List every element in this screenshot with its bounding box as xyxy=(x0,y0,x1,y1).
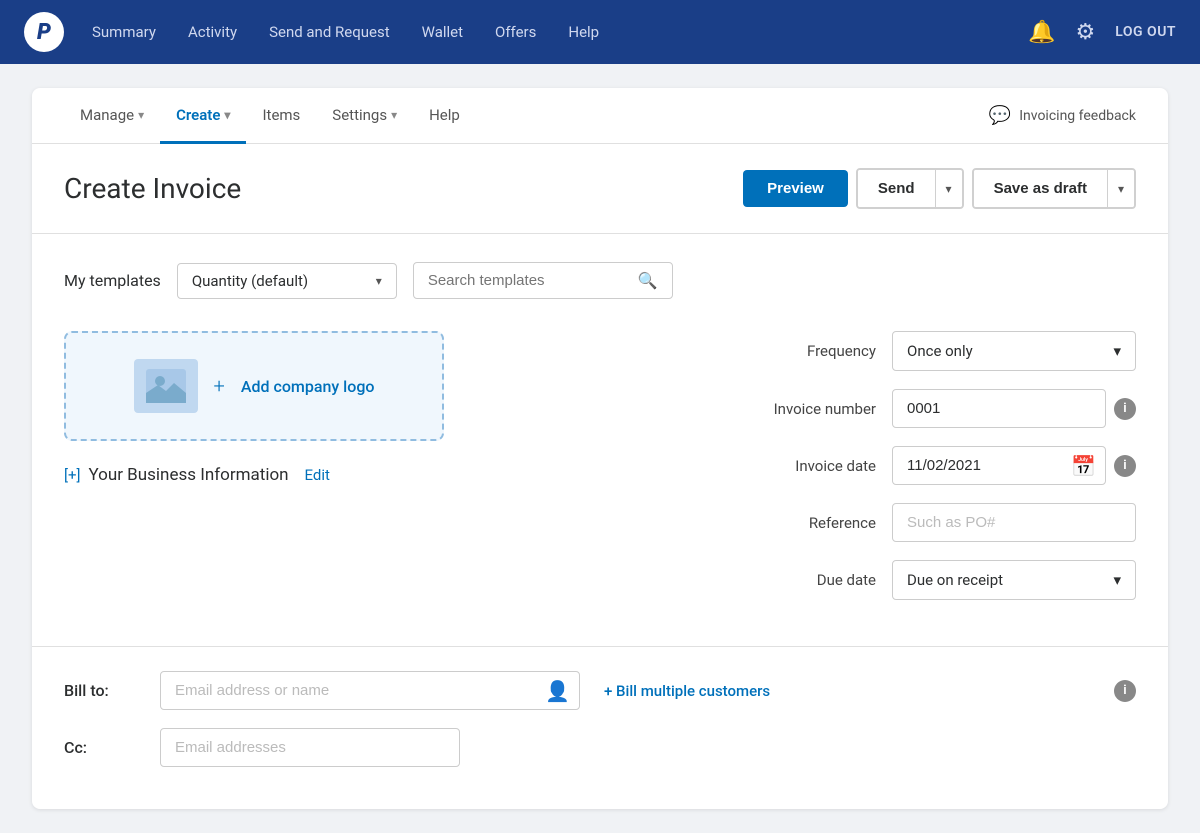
business-info-title: Your Business Information xyxy=(88,465,288,485)
nav-wallet[interactable]: Wallet xyxy=(422,19,463,45)
person-icon: 👤 xyxy=(545,679,570,703)
frequency-value: Once only xyxy=(907,342,973,360)
bill-to-info-icon[interactable]: i xyxy=(1114,680,1136,702)
frequency-control: Once only ▾ xyxy=(892,331,1136,371)
invoice-date-label: Invoice date xyxy=(756,457,876,475)
paypal-p-icon: P xyxy=(37,20,51,45)
tab-manage[interactable]: Manage ▾ xyxy=(64,88,160,144)
nav-activity[interactable]: Activity xyxy=(188,19,237,45)
frequency-chevron-icon: ▾ xyxy=(1113,342,1121,360)
date-input-wrap: 📅 xyxy=(892,446,1106,485)
manage-chevron-icon: ▾ xyxy=(138,108,144,122)
frequency-row: Frequency Once only ▾ xyxy=(756,331,1136,371)
tab-items[interactable]: Items xyxy=(246,88,316,144)
bill-to-row: Bill to: 👤 + Bill multiple customers i xyxy=(64,671,1136,710)
nav-offers[interactable]: Offers xyxy=(495,19,536,45)
page-wrapper: Manage ▾ Create ▾ Items Settings ▾ Help … xyxy=(0,64,1200,833)
logo-upload-area[interactable]: + Add company logo xyxy=(64,331,444,441)
frequency-label: Frequency xyxy=(756,342,876,360)
bill-to-label: Bill to: xyxy=(64,681,144,700)
due-date-label: Due date xyxy=(756,571,876,589)
business-info-section: [+] Your Business Information Edit xyxy=(64,465,716,485)
invoice-number-label: Invoice number xyxy=(756,400,876,418)
add-logo-label: Add company logo xyxy=(241,377,375,396)
create-chevron-icon: ▾ xyxy=(224,108,230,122)
search-icon: 🔍 xyxy=(638,271,658,290)
cc-input[interactable] xyxy=(160,728,460,767)
reference-label: Reference xyxy=(756,514,876,532)
invoice-number-input[interactable] xyxy=(892,389,1106,428)
secondary-nav: Manage ▾ Create ▾ Items Settings ▾ Help … xyxy=(32,88,1168,144)
save-draft-button[interactable]: Save as draft xyxy=(974,170,1107,207)
navbar: P Summary Activity Send and Request Wall… xyxy=(0,0,1200,64)
cc-label: Cc: xyxy=(64,738,144,757)
edit-business-link[interactable]: Edit xyxy=(305,466,330,484)
bill-to-input[interactable] xyxy=(160,671,580,710)
invoicing-feedback-link[interactable]: 💬 Invoicing feedback xyxy=(989,105,1136,126)
invoice-date-control: 📅 i xyxy=(892,446,1136,485)
image-placeholder-icon xyxy=(134,359,198,413)
nav-right: 🔔 ⚙ LOG OUT xyxy=(1028,20,1176,45)
page-header: Create Invoice Preview Send ▾ Save as dr… xyxy=(32,144,1168,234)
paypal-logo: P xyxy=(24,12,64,52)
bill-section: Bill to: 👤 + Bill multiple customers i C… xyxy=(32,646,1168,809)
nav-help[interactable]: Help xyxy=(568,19,599,45)
tab-settings[interactable]: Settings ▾ xyxy=(316,88,413,144)
due-date-value: Due on receipt xyxy=(907,571,1003,589)
tab-help[interactable]: Help xyxy=(413,88,476,144)
left-column: + Add company logo [+] Your Business Inf… xyxy=(64,331,716,618)
draft-button-group: Save as draft ▾ xyxy=(972,168,1136,209)
draft-dropdown-button[interactable]: ▾ xyxy=(1107,170,1134,207)
header-actions: Preview Send ▾ Save as draft ▾ xyxy=(743,168,1136,209)
feedback-bubble-icon: 💬 xyxy=(989,105,1011,126)
content-section: My templates Quantity (default) ▾ 🔍 xyxy=(32,234,1168,646)
invoice-number-control: i xyxy=(892,389,1136,428)
reference-row: Reference xyxy=(756,503,1136,542)
reference-control xyxy=(892,503,1136,542)
invoice-number-row: Invoice number i xyxy=(756,389,1136,428)
nav-summary[interactable]: Summary xyxy=(92,19,156,45)
tab-create[interactable]: Create ▾ xyxy=(160,88,246,144)
send-dropdown-button[interactable]: ▾ xyxy=(935,170,962,207)
template-chevron-icon: ▾ xyxy=(376,274,382,288)
template-select-dropdown[interactable]: Quantity (default) ▾ xyxy=(177,263,397,299)
settings-chevron-icon: ▾ xyxy=(391,108,397,122)
cc-row: Cc: xyxy=(64,728,1136,767)
right-column: Frequency Once only ▾ Invoice number xyxy=(756,331,1136,618)
invoice-date-row: Invoice date 📅 i xyxy=(756,446,1136,485)
templates-label: My templates xyxy=(64,271,161,290)
due-date-control: Due on receipt ▾ xyxy=(892,560,1136,600)
logout-button[interactable]: LOG OUT xyxy=(1115,24,1176,40)
preview-button[interactable]: Preview xyxy=(743,170,848,207)
reference-input[interactable] xyxy=(892,503,1136,542)
bill-multiple-link[interactable]: + Bill multiple customers xyxy=(604,682,770,700)
main-card: Manage ▾ Create ▾ Items Settings ▾ Help … xyxy=(32,88,1168,809)
invoice-number-info-icon[interactable]: i xyxy=(1114,398,1136,420)
nav-links: Summary Activity Send and Request Wallet… xyxy=(92,19,1028,45)
gear-icon[interactable]: ⚙ xyxy=(1076,20,1096,45)
page-title: Create Invoice xyxy=(64,172,743,205)
send-button-group: Send ▾ xyxy=(856,168,964,209)
bill-to-input-wrap: 👤 xyxy=(160,671,580,710)
due-date-chevron-icon: ▾ xyxy=(1113,571,1121,589)
calendar-icon[interactable]: 📅 xyxy=(1071,454,1096,478)
templates-row: My templates Quantity (default) ▾ 🔍 xyxy=(64,262,1136,299)
expand-business-icon[interactable]: [+] xyxy=(64,466,80,484)
send-button[interactable]: Send xyxy=(858,170,935,207)
frequency-select[interactable]: Once only ▾ xyxy=(892,331,1136,371)
notification-icon[interactable]: 🔔 xyxy=(1028,20,1055,45)
main-grid: + Add company logo [+] Your Business Inf… xyxy=(64,331,1136,618)
due-date-select[interactable]: Due on receipt ▾ xyxy=(892,560,1136,600)
invoice-date-info-icon[interactable]: i xyxy=(1114,455,1136,477)
nav-send-request[interactable]: Send and Request xyxy=(269,19,390,45)
template-selected-value: Quantity (default) xyxy=(192,272,308,290)
template-search-box: 🔍 xyxy=(413,262,673,299)
search-input[interactable] xyxy=(428,272,630,289)
due-date-row: Due date Due on receipt ▾ xyxy=(756,560,1136,600)
